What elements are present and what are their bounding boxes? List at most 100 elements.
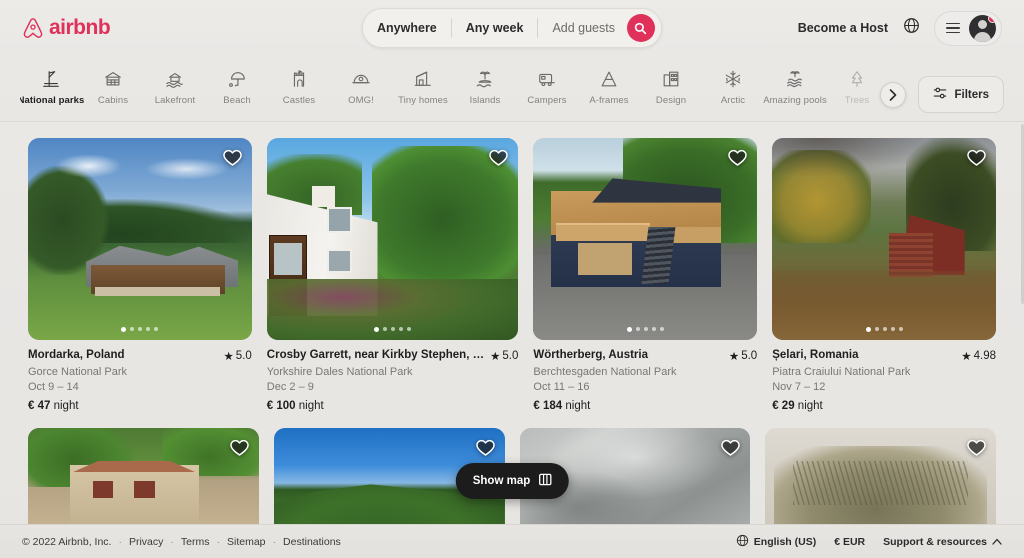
listing-meta: Crosby Garrett, near Kirkby Stephen, … ★ 5… (267, 340, 519, 412)
footer-currency-selector[interactable]: € EUR (834, 536, 865, 548)
listing-photo[interactable] (28, 428, 259, 538)
category-lakefront[interactable]: Lakefront (144, 62, 206, 106)
listing-photo[interactable] (266, 138, 519, 340)
price-unit: night (565, 400, 591, 412)
favorite-heart-icon[interactable] (727, 147, 748, 168)
footer-link-destinations[interactable]: Destinations (283, 536, 341, 548)
carousel-dot[interactable] (865, 327, 871, 332)
footer-link-sitemap[interactable]: Sitemap (227, 536, 266, 548)
category-cabins[interactable]: Cabins (82, 62, 144, 106)
filters-button[interactable]: Filters (918, 76, 1004, 113)
category-campers[interactable]: Campers (516, 62, 578, 106)
carousel-dot[interactable] (882, 327, 887, 331)
language-globe-button[interactable] (900, 17, 922, 39)
categories-next-button[interactable] (880, 82, 906, 108)
chevron-up-icon (992, 536, 1002, 548)
user-menu-button[interactable] (934, 10, 1002, 46)
carousel-dot[interactable] (130, 327, 135, 331)
favorite-heart-icon[interactable] (488, 147, 509, 168)
listing-photo[interactable] (28, 138, 252, 340)
category-islands[interactable]: Islands (454, 62, 516, 106)
castle-icon (289, 68, 309, 90)
photo-carousel-dots[interactable] (772, 327, 996, 332)
category-amazing-pools[interactable]: Amazing pools (763, 62, 827, 106)
search-button[interactable] (626, 14, 655, 42)
listing-card[interactable] (28, 428, 259, 538)
category-tiny-homes[interactable]: Tiny homes (392, 62, 454, 106)
category-a-frames[interactable]: A-frames (578, 62, 640, 106)
pool-icon (785, 68, 805, 90)
carousel-dot[interactable] (643, 327, 648, 331)
photo-carousel-dots[interactable] (267, 327, 519, 332)
favorite-heart-icon[interactable] (229, 437, 250, 458)
carousel-dot[interactable] (154, 327, 159, 331)
category-design[interactable]: Design (640, 62, 702, 106)
search-bar[interactable]: Anywhere Any week Add guests (362, 8, 662, 48)
site-header: airbnb Anywhere Any week Add guests Beco… (0, 0, 1024, 56)
favorite-heart-icon[interactable] (222, 147, 243, 168)
favorite-heart-icon[interactable] (720, 437, 741, 458)
footer-support-label: Support & resources (883, 535, 987, 548)
category-trees[interactable]: Trees (826, 62, 888, 106)
favorite-heart-icon[interactable] (966, 437, 987, 458)
listing-card[interactable]: Mordarka, Poland ★ 5.0 Gorce National Park O… (28, 138, 252, 412)
category-beach[interactable]: Beach (206, 62, 268, 106)
cabin-icon (103, 68, 123, 90)
category-arctic[interactable]: Arctic (702, 62, 764, 106)
lakefront-icon (165, 68, 185, 90)
carousel-dot[interactable] (399, 327, 404, 331)
listing-card[interactable]: Crosby Garrett, near Kirkby Stephen, … ★ 5… (266, 138, 519, 412)
carousel-dot[interactable] (146, 327, 151, 331)
carousel-dot[interactable] (138, 327, 143, 331)
become-a-host-link[interactable]: Become a Host (798, 21, 888, 35)
carousel-dot[interactable] (898, 327, 903, 331)
favorite-heart-icon[interactable] (475, 437, 496, 458)
airbnb-logo[interactable]: airbnb (22, 16, 111, 40)
carousel-dot[interactable] (651, 327, 656, 331)
carousel-dot[interactable] (874, 327, 879, 331)
camper-icon (537, 68, 557, 90)
footer-support-selector[interactable]: Support & resources (883, 536, 1002, 548)
carousel-dot[interactable] (374, 327, 380, 332)
category-castles[interactable]: Castles (268, 62, 330, 106)
carousel-dot[interactable] (659, 327, 664, 331)
listing-rating: ★ 5.0 (223, 349, 251, 363)
category-label: Islands (469, 95, 501, 106)
footer-language-selector[interactable]: English (US) (736, 534, 816, 550)
price-amount: € 29 (772, 400, 795, 412)
photo-carousel-dots[interactable] (28, 327, 252, 332)
listing-card[interactable]: Șelari, Romania ★ 4.98 Piatra Craiului Nati… (772, 138, 996, 412)
carousel-dot[interactable] (407, 327, 412, 331)
search-where[interactable]: Anywhere (363, 9, 451, 47)
beach-umbrella-icon (227, 68, 247, 90)
carousel-dot[interactable] (391, 327, 396, 331)
category-list[interactable]: National parks Cabins Lakefront Beach Castle… (20, 62, 1004, 106)
category-label: A-frames (589, 95, 629, 106)
category-label: National parks (20, 95, 85, 106)
favorite-heart-icon[interactable] (966, 147, 987, 168)
footer-link-terms[interactable]: Terms (181, 536, 210, 548)
search-when[interactable]: Any week (452, 9, 538, 47)
show-map-button[interactable]: Show map (455, 463, 569, 499)
star-icon: ★ (961, 351, 972, 363)
listing-price: € 100 night (267, 400, 519, 412)
listing-card[interactable]: Wörtherberg, Austria ★ 5.0 Berchtesgaden Na… (533, 138, 758, 412)
listing-photo[interactable] (765, 428, 996, 538)
category-omg[interactable]: OMG! (330, 62, 392, 106)
national-parks-icon (41, 68, 61, 90)
listing-subtitle: Gorce National Park (28, 366, 128, 378)
listing-photo[interactable] (772, 138, 996, 340)
search-guests[interactable]: Add guests (538, 9, 625, 47)
carousel-dot[interactable] (383, 327, 388, 331)
listing-photo[interactable] (533, 138, 758, 340)
carousel-dot[interactable] (890, 327, 895, 331)
filters-label: Filters (954, 88, 989, 101)
photo-carousel-dots[interactable] (533, 327, 757, 332)
star-icon: ★ (728, 351, 740, 363)
carousel-dot[interactable] (635, 327, 640, 331)
category-national-parks[interactable]: National parks (20, 62, 85, 106)
carousel-dot[interactable] (121, 327, 127, 332)
carousel-dot[interactable] (626, 327, 632, 332)
footer-link-privacy[interactable]: Privacy (129, 536, 163, 548)
listing-card[interactable] (765, 428, 996, 538)
